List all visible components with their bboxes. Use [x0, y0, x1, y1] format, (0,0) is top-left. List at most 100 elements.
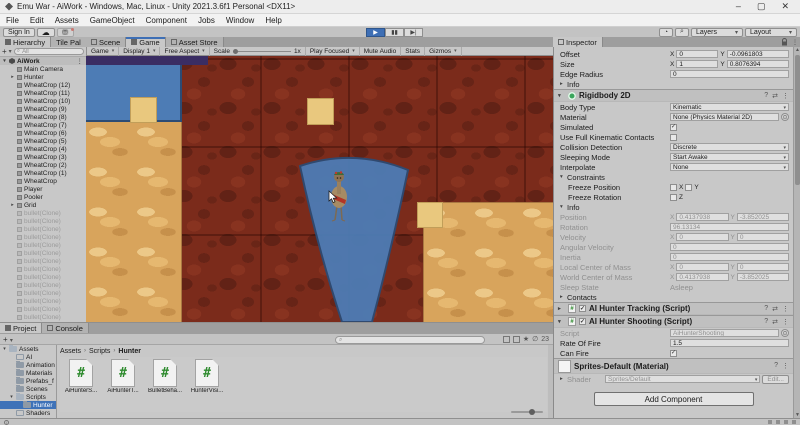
- foldout-open-icon[interactable]: ▾: [558, 93, 565, 99]
- add-component-button[interactable]: Add Component: [594, 392, 754, 406]
- hierarchy-item[interactable]: bullet(Clone): [0, 225, 86, 233]
- hierarchy-item[interactable]: WheatCrop (7): [0, 121, 86, 129]
- hierarchy-item[interactable]: bullet(Clone): [0, 265, 86, 273]
- tab-hierarchy[interactable]: Hierarchy: [0, 37, 51, 47]
- game-target-dropdown[interactable]: Game▾: [87, 47, 119, 56]
- layout-dropdown[interactable]: Layout▾: [745, 28, 797, 37]
- hierarchy-scene-row[interactable]: ▾ AiWork ⋮: [0, 57, 86, 65]
- script-file-item[interactable]: # HunterVisi...: [190, 359, 224, 410]
- hierarchy-item[interactable]: WheatCrop (12): [0, 81, 86, 89]
- tab-project[interactable]: Project: [0, 323, 42, 333]
- hierarchy-item[interactable]: WheatCrop (9): [0, 105, 86, 113]
- hierarchy-item[interactable]: bullet(Clone): [0, 257, 86, 265]
- hierarchy-item[interactable]: bullet(Clone): [0, 249, 86, 257]
- display-dropdown[interactable]: Display 1▾: [119, 47, 160, 56]
- sign-in-button[interactable]: Sign In: [3, 28, 35, 37]
- project-tree-row[interactable]: ▾ Assets: [0, 345, 56, 353]
- script-file-item[interactable]: # BulletBeha...: [148, 359, 182, 410]
- hierarchy-item[interactable]: WheatCrop (3): [0, 153, 86, 161]
- menu-component[interactable]: Component: [146, 16, 187, 25]
- scale-slider-knob[interactable]: [233, 49, 238, 54]
- presets-icon[interactable]: ⇄: [772, 318, 778, 326]
- menu-file[interactable]: File: [6, 16, 19, 25]
- freeze-z-checkbox[interactable]: [670, 194, 677, 201]
- hierarchy-item[interactable]: WheatCrop (2): [0, 161, 86, 169]
- help-icon[interactable]: ?: [764, 92, 768, 100]
- project-tree-row[interactable]: Animation: [0, 361, 56, 369]
- size-y-field[interactable]: 0.8076394: [727, 60, 789, 68]
- collab-button[interactable]: ⛃: [57, 28, 74, 37]
- scroll-up-arrow[interactable]: ▲: [794, 47, 800, 53]
- console-status-icon[interactable]: i: [4, 420, 9, 425]
- contacts-foldout[interactable]: ▸ Contacts: [554, 292, 793, 302]
- expand-arrow-icon[interactable]: ▸: [10, 74, 15, 80]
- hierarchy-item[interactable]: Pooler: [0, 193, 86, 201]
- menu-gameobject[interactable]: GameObject: [90, 16, 135, 25]
- collision-detection-dropdown[interactable]: Discrete▾: [670, 143, 789, 151]
- object-picker-icon[interactable]: ⊙: [781, 113, 789, 121]
- create-button[interactable]: +: [2, 47, 7, 56]
- edge-radius-field[interactable]: 0: [670, 70, 789, 78]
- global-search-button[interactable]: ⌕: [675, 28, 689, 37]
- hierarchy-item[interactable]: bullet(Clone): [0, 273, 86, 281]
- component-menu-icon[interactable]: ⋮: [782, 305, 789, 313]
- ai-hunter-tracking-header[interactable]: ▸ # ✓ AI Hunter Tracking (Script) ? ⇄ ⋮: [554, 302, 793, 315]
- ai-hunter-shooting-header[interactable]: ▾ # ✓ AI Hunter Shooting (Script) ? ⇄ ⋮: [554, 315, 793, 328]
- maximize-button[interactable]: ▢: [757, 1, 766, 12]
- folder-expand-arrow[interactable]: ▾: [2, 346, 7, 352]
- stats-toggle[interactable]: Stats: [401, 47, 425, 56]
- foldout-open-icon[interactable]: ▾: [558, 319, 565, 325]
- project-tree-row[interactable]: Prefabs_f: [0, 377, 56, 385]
- favorites-icon[interactable]: ★: [523, 335, 529, 343]
- hierarchy-item[interactable]: bullet(Clone): [0, 217, 86, 225]
- component-menu-icon[interactable]: ⋮: [782, 92, 789, 100]
- hierarchy-item[interactable]: WheatCrop (5): [0, 137, 86, 145]
- aspect-dropdown[interactable]: Free Aspect▾: [160, 47, 209, 56]
- scale-slider[interactable]: Scale1x: [210, 47, 306, 56]
- play-button[interactable]: ▶: [366, 28, 385, 37]
- interpolate-dropdown[interactable]: None▾: [670, 163, 789, 171]
- inspector-scrollbar-thumb[interactable]: [795, 55, 800, 185]
- menu-edit[interactable]: Edit: [30, 16, 44, 25]
- help-icon[interactable]: ?: [764, 305, 768, 313]
- minimize-button[interactable]: –: [736, 1, 741, 12]
- hierarchy-item[interactable]: WheatCrop (10): [0, 97, 86, 105]
- game-viewport[interactable]: [86, 56, 553, 322]
- undo-history-button[interactable]: ◔: [659, 28, 673, 37]
- help-icon[interactable]: ?: [764, 318, 768, 326]
- play-focused-dropdown[interactable]: Play Focused▾: [306, 47, 360, 56]
- scale-slider-track[interactable]: [233, 51, 291, 52]
- hierarchy-item[interactable]: bullet(Clone): [0, 289, 86, 297]
- gizmos-dropdown[interactable]: Gizmos▾: [425, 47, 462, 56]
- shader-dropdown[interactable]: Sprites/Default▾: [605, 375, 760, 383]
- hierarchy-item[interactable]: bullet(Clone): [0, 241, 86, 249]
- rigidbody2d-header[interactable]: ▾ Rigidbody 2D ? ⇄ ⋮: [554, 89, 793, 102]
- project-tree-row[interactable]: Shaders: [0, 409, 56, 417]
- body-type-dropdown[interactable]: Kinematic▾: [670, 103, 789, 111]
- hierarchy-item[interactable]: bullet(Clone): [0, 313, 86, 321]
- icon-size-slider-knob[interactable]: [529, 409, 535, 415]
- kinematic-contacts-checkbox[interactable]: [670, 134, 677, 141]
- pause-button[interactable]: ▮▮: [385, 28, 404, 37]
- component-menu-icon[interactable]: ⋮: [782, 318, 789, 326]
- close-button[interactable]: ✕: [781, 1, 789, 12]
- inspector-lock-icon[interactable]: [779, 37, 790, 47]
- inspector-menu-button[interactable]: ⋮: [790, 37, 800, 47]
- rigidbody-info-foldout[interactable]: ▾ Info: [554, 202, 793, 212]
- hierarchy-item[interactable]: bullet(Clone): [0, 209, 86, 217]
- chevron-down-icon[interactable]: ▾: [10, 338, 13, 344]
- foldout-closed-icon[interactable]: ▸: [560, 376, 567, 382]
- rate-of-fire-field[interactable]: 1.5: [670, 339, 789, 347]
- cloud-services-button[interactable]: ☁: [37, 28, 55, 37]
- breadcrumb-assets[interactable]: Assets: [60, 348, 81, 355]
- component-menu-icon[interactable]: ⋮: [782, 362, 789, 370]
- chevron-down-icon[interactable]: ▾: [9, 48, 12, 55]
- shooting-enabled-checkbox[interactable]: ✓: [579, 318, 586, 325]
- freeze-y-checkbox[interactable]: [685, 184, 692, 191]
- help-icon[interactable]: ?: [774, 362, 778, 370]
- tab-tile-palette[interactable]: Tile Pal: [51, 37, 86, 47]
- mute-audio-toggle[interactable]: Mute Audio: [360, 47, 402, 56]
- expand-arrow-icon[interactable]: ▸: [10, 202, 15, 208]
- folder-expand-arrow[interactable]: ▾: [9, 394, 14, 400]
- can-fire-checkbox[interactable]: ✓: [670, 350, 677, 357]
